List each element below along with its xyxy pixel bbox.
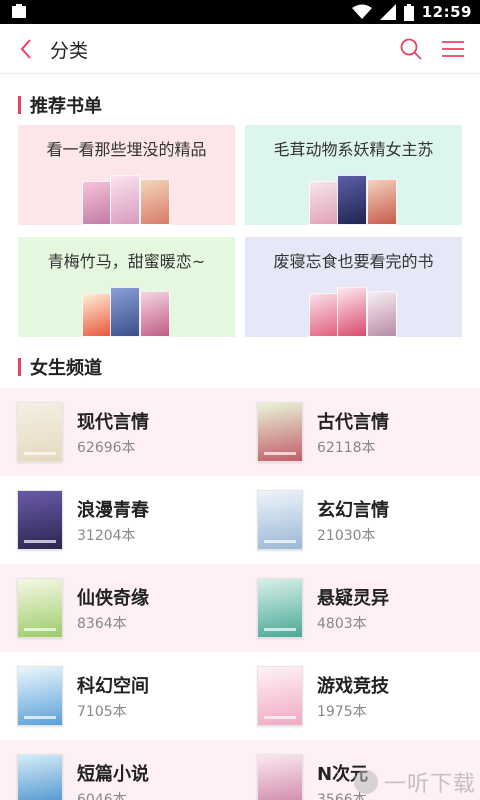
page-title: 分类	[50, 40, 89, 62]
book-cover	[140, 179, 170, 225]
status-bar: 12:59	[0, 0, 480, 24]
book-cover	[367, 291, 397, 337]
category-count: 7105本	[77, 704, 127, 720]
category-name: 科幻空间	[77, 676, 149, 697]
booklist-card[interactable]: 青梅竹马，甜蜜暖恋~	[18, 237, 235, 337]
category-item[interactable]: 现代言情 62696本	[0, 388, 240, 476]
watermark: 一听下载	[353, 768, 476, 797]
booklist-title: 青梅竹马，甜蜜暖恋~	[47, 252, 206, 271]
category-cover	[257, 402, 303, 462]
category-cover	[257, 578, 303, 638]
booklist-grid: 看一看那些埋没的精品 毛茸动物系妖精女主苏 青梅竹马，甜蜜暖恋~ 废寝忘食也要看…	[18, 125, 462, 337]
category-item[interactable]: 短篇小说 6046本	[0, 740, 240, 800]
category-row: 现代言情 62696本 古代言情 62118本	[0, 388, 480, 476]
book-cover	[82, 293, 112, 337]
category-cover	[17, 666, 63, 726]
book-cover	[82, 181, 112, 225]
battery-icon	[403, 3, 414, 21]
category-name: 浪漫青春	[77, 500, 149, 521]
book-cover	[337, 287, 367, 337]
category-name: 玄幻言情	[317, 500, 389, 521]
wifi-icon	[351, 4, 372, 19]
clipboard-icon	[12, 4, 26, 18]
chevron-left-icon	[20, 39, 31, 59]
category-count: 4803本	[317, 616, 367, 632]
category-cover	[257, 754, 303, 800]
section-title: 女生频道	[30, 358, 102, 379]
booklist-card[interactable]: 毛茸动物系妖精女主苏	[245, 125, 462, 225]
section-title: 推荐书单	[30, 96, 102, 117]
category-item[interactable]: 科幻空间 7105本	[0, 652, 240, 740]
menu-icon[interactable]	[440, 38, 466, 60]
signal-icon	[379, 4, 396, 20]
book-cover	[110, 287, 140, 337]
category-count: 8364本	[77, 616, 127, 632]
category-count: 6046本	[77, 792, 127, 800]
section-accent-bar	[18, 358, 21, 376]
booklist-card[interactable]: 废寝忘食也要看完的书	[245, 237, 462, 337]
search-icon[interactable]	[398, 36, 424, 62]
section-accent-bar	[18, 96, 21, 114]
section-recommended: 推荐书单	[18, 94, 102, 117]
book-cover	[367, 179, 397, 225]
booklist-covers	[82, 287, 176, 337]
category-cover	[17, 490, 63, 550]
booklist-title: 毛茸动物系妖精女主苏	[273, 140, 434, 159]
category-item[interactable]: 浪漫青春 31204本	[0, 476, 240, 564]
book-cover	[309, 181, 339, 225]
book-cover	[110, 175, 140, 225]
category-row: 浪漫青春 31204本 玄幻言情 21030本	[0, 476, 480, 564]
category-count: 62118本	[317, 440, 376, 456]
category-name: 游戏竞技	[317, 676, 389, 697]
category-row: 科幻空间 7105本 游戏竞技 1975本	[0, 652, 480, 740]
category-count: 1975本	[317, 704, 367, 720]
category-count: 31204本	[77, 528, 136, 544]
category-name: 仙侠奇缘	[77, 588, 149, 609]
category-cover	[257, 666, 303, 726]
status-time: 12:59	[421, 3, 472, 21]
category-item[interactable]: 悬疑灵异 4803本	[240, 564, 480, 652]
category-cover	[17, 578, 63, 638]
category-item[interactable]: 仙侠奇缘 8364本	[0, 564, 240, 652]
booklist-covers	[309, 175, 403, 225]
category-item[interactable]: 古代言情 62118本	[240, 388, 480, 476]
booklist-card[interactable]: 看一看那些埋没的精品	[18, 125, 235, 225]
booklist-title: 废寝忘食也要看完的书	[273, 252, 434, 271]
watermark-logo-icon	[353, 770, 378, 794]
category-name: 短篇小说	[77, 764, 149, 785]
watermark-text: 一听下载	[383, 772, 476, 797]
section-female-channel: 女生频道	[18, 356, 102, 379]
booklist-covers	[309, 287, 403, 337]
book-cover	[140, 291, 170, 337]
category-name: 悬疑灵异	[317, 588, 389, 609]
category-count: 62696本	[77, 440, 136, 456]
category-row: 仙侠奇缘 8364本 悬疑灵异 4803本	[0, 564, 480, 652]
booklist-title: 看一看那些埋没的精品	[46, 140, 207, 159]
category-name: 古代言情	[317, 412, 389, 433]
category-name: 现代言情	[77, 412, 149, 433]
book-cover	[337, 175, 367, 225]
category-item[interactable]: 玄幻言情 21030本	[240, 476, 480, 564]
book-cover	[309, 293, 339, 337]
category-cover	[17, 402, 63, 462]
header-bar: 分类	[0, 24, 480, 74]
category-item[interactable]: 游戏竞技 1975本	[240, 652, 480, 740]
booklist-covers	[82, 175, 176, 225]
category-count: 21030本	[317, 528, 376, 544]
category-grid: 现代言情 62696本 古代言情 62118本 浪漫青春 31204本 玄幻言情…	[0, 388, 480, 800]
category-cover	[257, 490, 303, 550]
category-cover	[17, 754, 63, 800]
back-button[interactable]	[12, 35, 40, 63]
